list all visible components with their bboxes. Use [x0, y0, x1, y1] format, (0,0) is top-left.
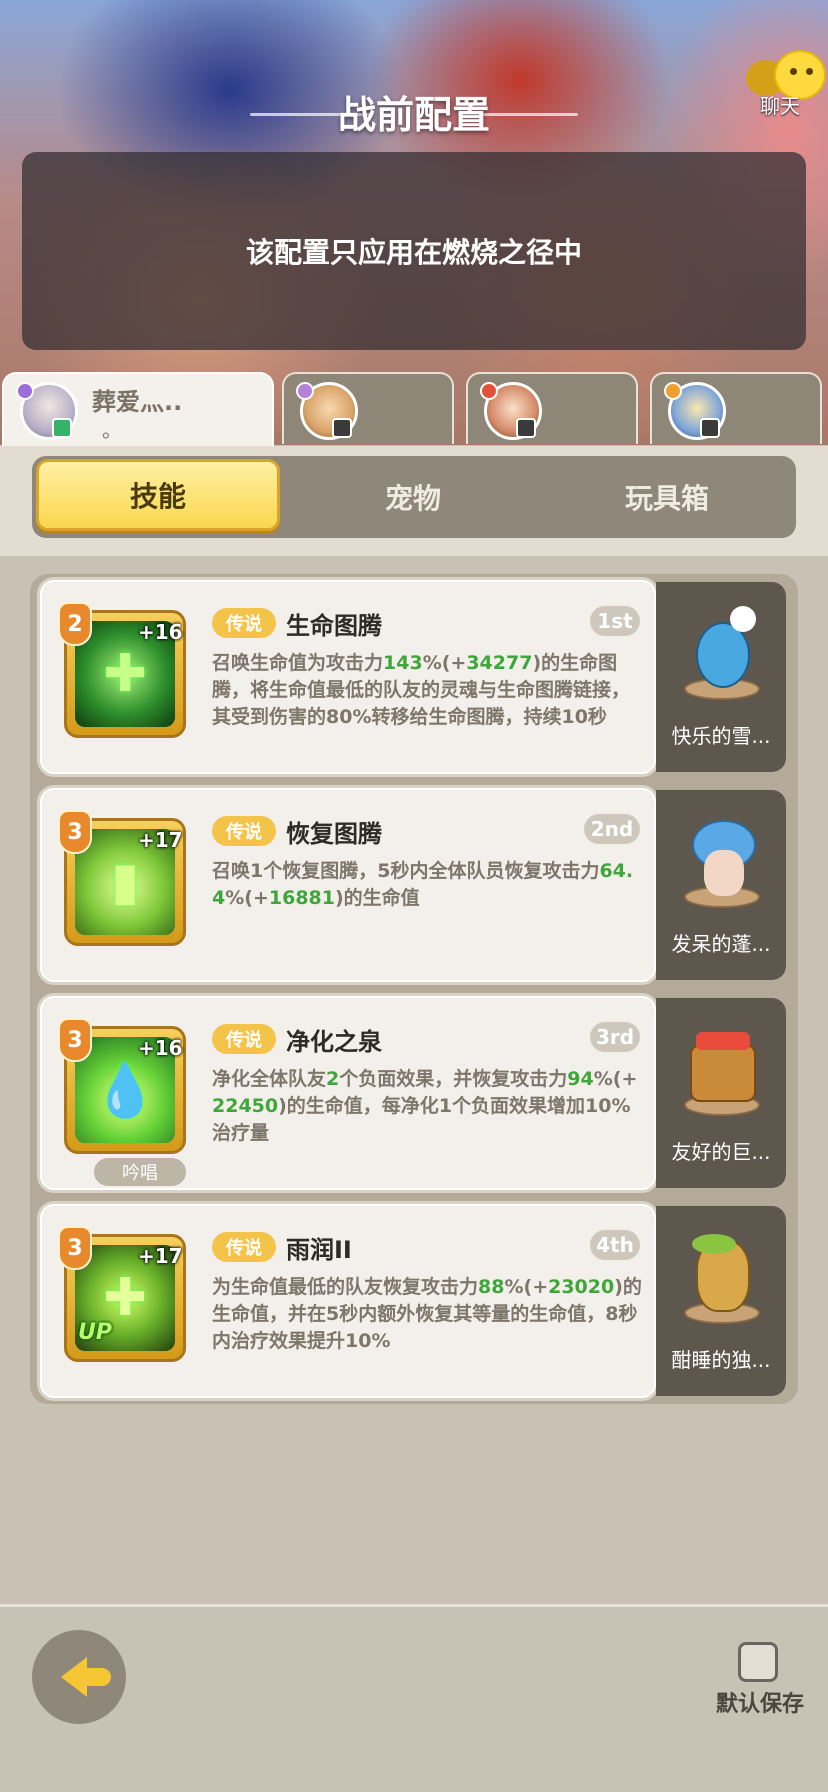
skill-order-tag: 4th: [590, 1230, 640, 1260]
pet-figure-icon: [682, 606, 760, 698]
pet-figure-icon: [682, 1022, 760, 1114]
pet-slot-2[interactable]: 发呆的蓬...: [656, 790, 786, 980]
back-arrow-icon: [61, 1657, 111, 1697]
skill-description: 为生命值最低的队友恢复攻击力88%(+23020)的生命值，并在5秒内额外恢复其…: [212, 1276, 642, 1352]
skill-name: 雨润II: [286, 1236, 352, 1264]
chat-button[interactable]: 聊天: [746, 44, 826, 118]
skill-level-badge: 3: [58, 1018, 92, 1062]
skill-level-badge: 2: [58, 602, 92, 646]
pet-slot-4[interactable]: 酣睡的独...: [656, 1206, 786, 1396]
save-default-checkbox[interactable]: [738, 1642, 778, 1682]
skill-card-1[interactable]: ✚ 2 +16 传说 生命图腾 1st 召唤生命值为攻击力143%(+34277…: [40, 580, 656, 774]
skill-order-tag: 1st: [590, 606, 640, 636]
tab-toybox[interactable]: 玩具箱: [540, 456, 794, 538]
skill-order-tag: 3rd: [590, 1022, 640, 1052]
pet-name: 酣睡的独...: [671, 1348, 771, 1372]
character-tab-1[interactable]: 葬爱灬.. 。: [2, 372, 274, 450]
element-icon: [664, 382, 682, 400]
character-tab-4[interactable]: [650, 372, 822, 444]
category-tabs: 技能 宠物 玩具箱: [32, 456, 796, 538]
pet-name: 快乐的雪...: [671, 724, 771, 748]
skill-name: 生命图腾: [286, 612, 382, 640]
tab-pets[interactable]: 宠物: [286, 456, 540, 538]
character-tab-3[interactable]: [466, 372, 638, 444]
skill-level-badge: 3: [58, 1226, 92, 1270]
skill-card-4[interactable]: ✚ 3 +17 UP 传说 雨润II 4th 为生命值最低的队友恢复攻击力88%…: [40, 1204, 656, 1398]
element-icon: [296, 382, 314, 400]
skill-plus-level: +16: [138, 620, 183, 644]
skill-plus-level: +16: [138, 1036, 183, 1060]
character-name: 葬爱灬..: [92, 388, 183, 416]
skill-level-badge: 3: [58, 810, 92, 854]
role-badge-icon: [516, 418, 536, 438]
rarity-badge: 传说: [212, 1024, 276, 1054]
role-badge-icon: [332, 418, 352, 438]
skill-card-2[interactable]: ▮ 3 +17 传说 恢复图腾 2nd 召唤1个恢复图腾，5秒内全体队员恢复攻击…: [40, 788, 656, 982]
element-icon: [16, 382, 34, 400]
skill-description: 召唤生命值为攻击力143%(+34277)的生命图腾，将生命值最低的队友的灵魂与…: [212, 652, 631, 728]
tab-skills[interactable]: 技能: [36, 459, 280, 531]
skill-description: 净化全体队友2个负面效果，并恢复攻击力94%(+22450)的生命值，每净化1个…: [212, 1068, 638, 1144]
config-notice: 该配置只应用在燃烧之径中: [22, 152, 806, 350]
pet-name: 友好的巨...: [671, 1140, 771, 1164]
pet-slot-3[interactable]: 友好的巨...: [656, 998, 786, 1188]
role-badge-icon: [700, 418, 720, 438]
character-name-line2: 。: [102, 418, 122, 442]
character-tab-2[interactable]: [282, 372, 454, 444]
save-default-label: 默认保存: [716, 1692, 805, 1717]
chant-tag: 吟唱: [94, 1158, 186, 1186]
back-button[interactable]: [32, 1630, 126, 1724]
role-badge-icon: [52, 418, 72, 438]
skill-name: 恢复图腾: [286, 820, 382, 848]
skill-card-3[interactable]: 💧 3 +16 吟唱 传说 净化之泉 3rd 净化全体队友2个负面效果，并恢复攻…: [40, 996, 656, 1190]
page-title: 战前配置: [337, 93, 490, 137]
element-icon: [480, 382, 498, 400]
pet-figure-icon: [682, 1230, 760, 1322]
skill-name: 净化之泉: [286, 1028, 382, 1056]
rarity-badge: 传说: [212, 816, 276, 846]
pet-figure-icon: [682, 814, 760, 906]
pet-name: 发呆的蓬...: [671, 932, 771, 956]
rarity-badge: 传说: [212, 608, 276, 638]
skill-plus-level: +17: [138, 828, 183, 852]
skill-order-tag: 2nd: [584, 814, 640, 844]
notice-text: 该配置只应用在燃烧之径中: [245, 236, 582, 269]
skill-plus-level: +17: [138, 1244, 183, 1268]
rarity-badge: 传说: [212, 1232, 276, 1262]
upgrade-mark: UP: [78, 1320, 112, 1345]
chat-label: 聊天: [760, 94, 800, 118]
bottom-bar: [0, 1604, 828, 1792]
pet-slot-1[interactable]: 快乐的雪...: [656, 582, 786, 772]
skill-description: 召唤1个恢复图腾，5秒内全体队员恢复攻击力64.4%(+16881)的生命值: [212, 860, 634, 909]
